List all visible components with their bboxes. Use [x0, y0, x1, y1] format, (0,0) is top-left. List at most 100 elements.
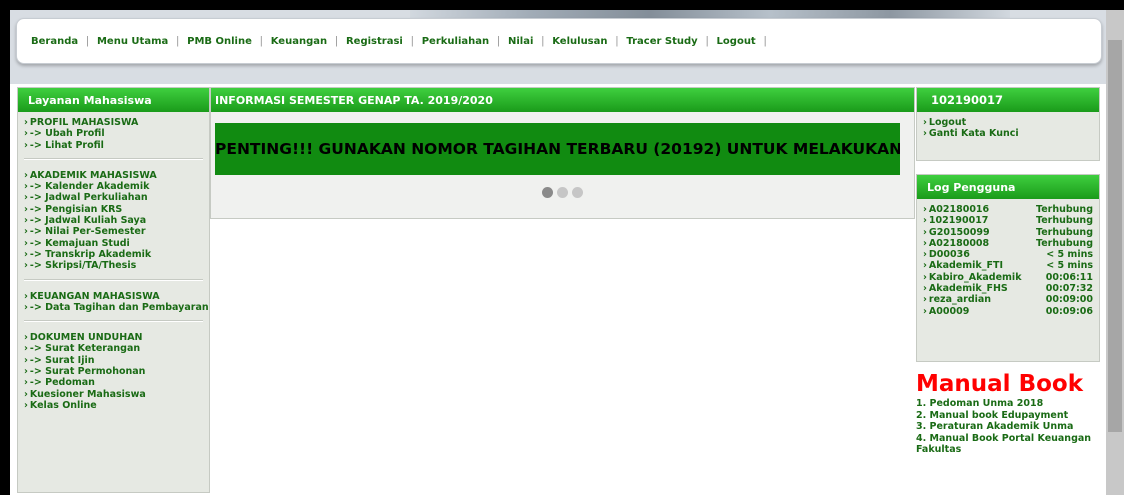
menu-item[interactable]: › -> Nilai Per-Semester	[24, 226, 203, 237]
log-status: 00:09:06	[1045, 305, 1093, 317]
menu-item[interactable]: › -> Kemajuan Studi	[24, 238, 203, 249]
log-user[interactable]: › G20150099	[923, 227, 990, 238]
chevron-right-icon: ›	[24, 332, 28, 344]
log-user[interactable]: › Akademik_FHS	[923, 283, 1008, 294]
nav-menu-utama[interactable]: Menu Utama	[97, 36, 168, 47]
log-row: › G20150099 Terhubung	[923, 227, 1093, 238]
nav-separator: |	[705, 35, 709, 47]
log-user[interactable]: › Akademik_FTI	[923, 260, 1003, 271]
carousel-dot[interactable]	[557, 187, 568, 198]
nav-separator: |	[335, 35, 338, 47]
menu-section-heading[interactable]: › PROFIL MAHASISWA	[24, 117, 203, 128]
menu-item[interactable]: › -> Pedoman	[24, 377, 203, 388]
nav-tracer-study[interactable]: Tracer Study	[626, 36, 697, 47]
menu-item[interactable]: › -> Skripsi/TA/Thesis	[24, 260, 203, 271]
chevron-right-icon: ›	[24, 226, 28, 238]
log-user-label: A02180008	[928, 237, 990, 249]
nav-beranda[interactable]: Beranda	[31, 36, 78, 47]
menu-item-label: -> Surat Ijin	[29, 354, 95, 366]
user-link[interactable]: › Logout	[923, 117, 1093, 128]
user-link-label: Ganti Kata Kunci	[928, 128, 1019, 140]
log-status: Terhubung	[1036, 204, 1093, 215]
main-nav: Beranda | Menu Utama | PMB Online | Keuangan | R…	[16, 18, 1102, 64]
manual-book-title: Manual Book	[916, 371, 1083, 397]
header: Beranda | Menu Utama | PMB Online | Keuangan | R…	[10, 10, 1106, 74]
menu-section-heading-label: PROFIL MAHASISWA	[29, 117, 139, 128]
user-links: › Logout › Ganti Kata Kunci	[917, 112, 1099, 145]
nav-perkuliahan[interactable]: Perkuliahan	[422, 36, 489, 47]
menu-section-heading-label: DOKUMEN UNDUHAN	[29, 332, 143, 344]
carousel-dot[interactable]	[542, 187, 553, 198]
chevron-right-icon: ›	[923, 117, 927, 128]
chevron-right-icon: ›	[923, 204, 927, 215]
log-row: › Akademik_FHS 00:07:32	[923, 283, 1093, 294]
log-user[interactable]: › A00009	[923, 306, 969, 317]
menu-item[interactable]: › -> Pengisian KRS	[24, 204, 203, 215]
menu-item[interactable]: › -> Surat Ijin	[24, 355, 203, 366]
menu-item-label: -> Kemajuan Studi	[29, 237, 130, 249]
log-user[interactable]: › A02180016	[923, 204, 989, 215]
menu-item[interactable]: › Kuesioner Mahasiswa	[24, 389, 203, 400]
menu-item[interactable]: › -> Lihat Profil	[24, 140, 203, 151]
menu-section-heading[interactable]: › DOKUMEN UNDUHAN	[24, 332, 203, 343]
log-user[interactable]: › Kabiro_Akademik	[923, 272, 1022, 283]
manual-book-item[interactable]: 1. Pedoman Unma 2018	[916, 398, 1106, 410]
menu-item-label: -> Jadwal Perkuliahan	[29, 192, 148, 204]
log-user[interactable]: › 102190017	[923, 215, 988, 226]
menu-item-label: Kelas Online	[29, 399, 97, 411]
chevron-right-icon: ›	[24, 117, 28, 128]
user-log-title: Log Pengguna	[917, 175, 1099, 199]
chevron-right-icon: ›	[24, 366, 28, 378]
nav-pmb-online[interactable]: PMB Online	[187, 36, 252, 47]
user-link[interactable]: › Ganti Kata Kunci	[923, 128, 1093, 139]
log-user[interactable]: › reza_ardian	[923, 294, 991, 305]
student-services-panel: Layanan Mahasiswa › PROFIL MAHASISWA › -> U…	[17, 87, 210, 493]
log-status: 00:06:11	[1045, 271, 1093, 283]
chevron-right-icon: ›	[923, 128, 927, 140]
manual-book-item[interactable]: 2. Manual book Edupayment	[916, 410, 1106, 422]
menu-item[interactable]: › -> Surat Permohonan	[24, 366, 203, 377]
menu-divider	[24, 278, 203, 281]
vertical-scrollbar[interactable]	[1106, 10, 1124, 495]
scrollbar-thumb[interactable]	[1108, 40, 1122, 432]
manual-book-item[interactable]: 4. Manual Book Portal Keuangan Fakultas	[916, 433, 1106, 456]
log-user[interactable]: › A02180008	[923, 238, 989, 249]
menu-item[interactable]: › -> Kalender Akademik	[24, 181, 203, 192]
log-user-label: A00009	[928, 305, 970, 317]
log-status: Terhubung	[1036, 237, 1093, 249]
chevron-right-icon: ›	[923, 237, 927, 249]
menu-item[interactable]: › -> Surat Keterangan	[24, 343, 203, 354]
menu-item[interactable]: › Kelas Online	[24, 400, 203, 411]
log-user[interactable]: › D00036	[923, 249, 970, 260]
menu-item[interactable]: › -> Jadwal Perkuliahan	[24, 192, 203, 203]
menu-divider	[24, 320, 203, 323]
menu-item-label: -> Surat Permohonan	[29, 366, 146, 378]
chevron-right-icon: ›	[24, 139, 28, 151]
header-divider	[10, 74, 1106, 84]
menu-item[interactable]: › -> Ubah Profil	[24, 128, 203, 139]
log-user-label: G20150099	[928, 226, 990, 238]
nav-nilai[interactable]: Nilai	[508, 36, 533, 47]
log-user-label: Akademik_FTI	[928, 260, 1003, 272]
menu-item-label: -> Transkrip Akademik	[29, 248, 152, 260]
manual-book-item[interactable]: 3. Peraturan Akademik Unma	[916, 421, 1106, 433]
menu-item[interactable]: › -> Data Tagihan dan Pembayaran	[24, 302, 209, 313]
menu-section-heading[interactable]: › AKADEMIK MAHASISWA	[24, 170, 203, 181]
nav-keuangan[interactable]: Keuangan	[271, 36, 327, 47]
chevron-right-icon: ›	[923, 283, 927, 295]
menu-item[interactable]: › -> Jadwal Kuliah Saya	[24, 215, 203, 226]
log-status: Terhubung	[1036, 226, 1093, 238]
nav-separator: |	[259, 35, 263, 47]
menu-item[interactable]: › -> Transkrip Akademik	[24, 249, 203, 260]
log-status: Terhubung	[1036, 215, 1093, 227]
menu-item-label: -> Data Tagihan dan Pembayaran	[29, 301, 209, 313]
menu-section-heading[interactable]: › KEUANGAN MAHASISWA	[24, 291, 203, 302]
nav-logout[interactable]: Logout	[717, 36, 756, 47]
nav-kelulusan[interactable]: Kelulusan	[552, 36, 607, 47]
carousel-dot[interactable]	[572, 187, 583, 198]
chevron-right-icon: ›	[923, 305, 927, 317]
chevron-right-icon: ›	[24, 248, 28, 260]
announcement-banner[interactable]: PENTING!!! GUNAKAN NOMOR TAGIHAN TERBARU…	[215, 123, 900, 175]
nav-registrasi[interactable]: Registrasi	[346, 36, 403, 47]
log-row: › 102190017 Terhubung	[923, 215, 1093, 226]
